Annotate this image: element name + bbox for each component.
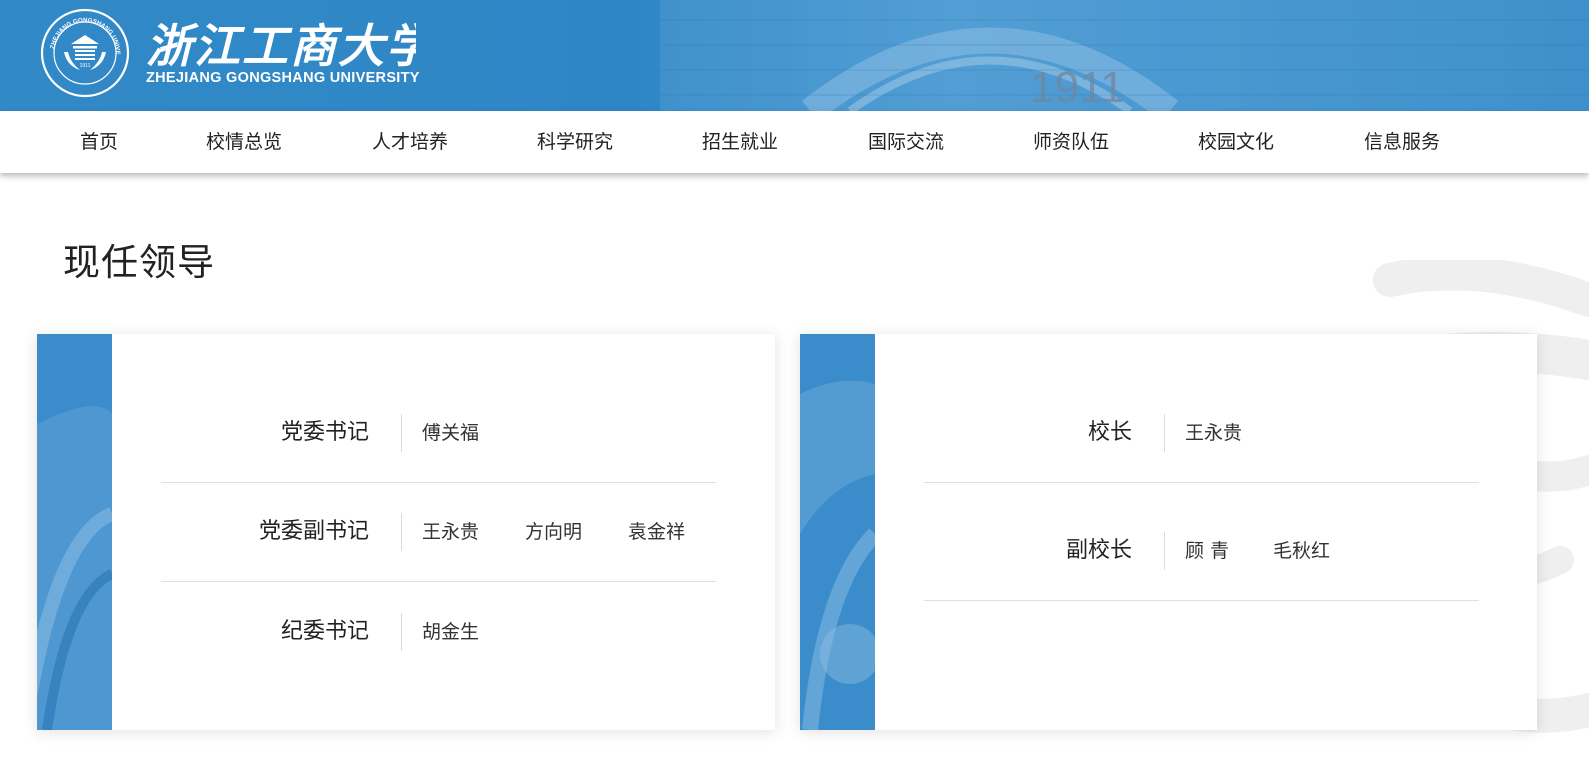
leader-role: 党委副书记	[258, 519, 369, 544]
gate-arch-banner-image: 1911	[660, 0, 1589, 111]
row-divider	[1164, 532, 1165, 570]
leader-row: 校长 王永贵	[924, 383, 1504, 483]
row-divider	[401, 613, 402, 651]
logo-name-cn: 浙江工商大学	[146, 19, 416, 73]
leader-name[interactable]: 袁金祥	[628, 482, 685, 582]
leader-row: 纪委书记 胡金生	[161, 582, 741, 682]
leader-role: 副校长	[1065, 538, 1132, 563]
row-divider	[401, 513, 402, 551]
leader-role: 校长	[1087, 420, 1132, 445]
nav-item-research[interactable]: 科学研究	[537, 111, 613, 173]
nav-item-international[interactable]: 国际交流	[868, 111, 944, 173]
nav-item-home[interactable]: 首页	[80, 111, 118, 173]
row-separator	[924, 482, 1479, 483]
nav-item-info-services[interactable]: 信息服务	[1364, 111, 1440, 173]
leader-row: 党委书记 傅关福	[161, 383, 741, 483]
card-side-photo	[800, 334, 875, 730]
seal-year: 1911	[80, 63, 91, 69]
leader-name[interactable]: 顾 青	[1185, 501, 1229, 601]
leader-row: 党委副书记 王永贵 方向明 袁金祥	[161, 482, 741, 582]
university-name-english: ZHEJIANG GONGSHANG UNIVERSITY	[146, 70, 420, 86]
leader-role: 纪委书记	[280, 619, 369, 644]
administration-leadership-card: 校长 王永贵 副校长 顾 青 毛秋红	[800, 334, 1537, 730]
nav-item-education[interactable]: 人才培养	[372, 111, 448, 173]
leader-name[interactable]: 王永贵	[422, 482, 479, 582]
leader-name[interactable]: 胡金生	[422, 582, 479, 682]
row-divider	[401, 414, 402, 452]
main-nav: 首页 校情总览 人才培养 科学研究 招生就业 国际交流 师资队伍 校园文化 信息…	[0, 111, 1589, 173]
row-divider	[1164, 414, 1165, 452]
card-side-photo	[37, 334, 112, 730]
banner-year: 1911	[1030, 63, 1125, 111]
row-separator	[924, 600, 1479, 601]
leader-name[interactable]: 方向明	[525, 482, 582, 582]
university-name-calligraphy[interactable]: 浙江工商大学	[146, 14, 416, 74]
nav-item-campus-culture[interactable]: 校园文化	[1198, 111, 1274, 173]
page-title: 现任领导	[63, 241, 215, 284]
nav-item-admissions[interactable]: 招生就业	[702, 111, 778, 173]
nav-item-faculty[interactable]: 师资队伍	[1033, 111, 1109, 173]
leader-name[interactable]: 王永贵	[1185, 383, 1242, 483]
party-leadership-card: 党委书记 傅关福 党委副书记 王永贵 方向明 袁金祥 纪委书记 胡金生	[37, 334, 775, 730]
leader-name[interactable]: 傅关福	[422, 383, 479, 483]
nav-item-overview[interactable]: 校情总览	[206, 111, 282, 173]
leader-row: 副校长 顾 青 毛秋红	[924, 501, 1504, 601]
site-header: 1911 ZHEJIANG GONGSHANG UNIVERSITY 1911 …	[0, 0, 1589, 111]
leader-role: 党委书记	[280, 420, 369, 445]
university-seal-logo[interactable]: ZHEJIANG GONGSHANG UNIVERSITY 1911	[40, 8, 130, 98]
leader-name[interactable]: 毛秋红	[1273, 501, 1330, 601]
